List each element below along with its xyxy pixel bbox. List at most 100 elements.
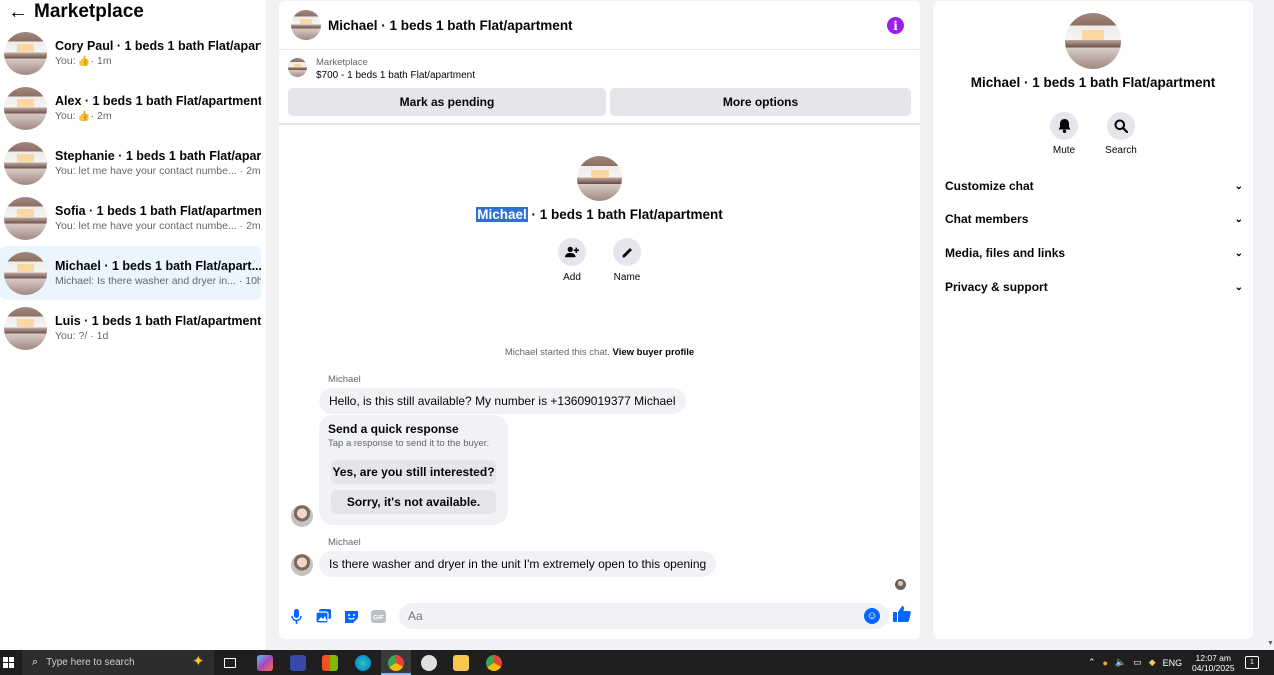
listing-avatar [4, 141, 47, 185]
conversation-snippet: You: let me have your contact numbe... [55, 220, 237, 232]
thumbs-up-send-icon[interactable] [893, 605, 911, 627]
add-person-icon[interactable] [558, 238, 586, 266]
bell-icon[interactable] [1050, 112, 1078, 140]
chevron-down-icon: ⌄ [1234, 213, 1243, 225]
message-bubble: Is there washer and dryer in the unit I'… [319, 551, 717, 577]
conversation-time: · 1m [90, 55, 112, 67]
chat-members-section[interactable]: Chat members ⌄ [945, 208, 1243, 230]
chrome-profile-icon[interactable] [486, 655, 502, 671]
quick-response-subtitle: Tap a response to send it to the buyer. [328, 438, 490, 449]
sidebar-header: ← Marketplace [0, 0, 266, 24]
buyer-avatar[interactable] [291, 505, 313, 527]
taskbar-search-placeholder: Type here to search [46, 657, 135, 668]
listing-thumbnail[interactable] [288, 58, 307, 77]
windows-start-icon[interactable] [3, 657, 14, 668]
security-icon[interactable]: ◆ [1149, 657, 1156, 668]
conversation-name: Cory Paul · 1 beds 1 bath Flat/apart... [55, 39, 261, 53]
save-app-icon[interactable] [290, 655, 306, 671]
buyer-avatar[interactable] [291, 554, 313, 576]
add-action[interactable]: Add [552, 238, 592, 283]
quick-response-yes-button[interactable]: Yes, are you still interested? [331, 460, 496, 484]
highlighted-name: Michael [476, 207, 528, 222]
page-scrollbar[interactable] [1266, 0, 1274, 650]
sparkle-icon: ✦ [192, 653, 205, 670]
search-label: Search [1105, 145, 1137, 156]
conversation-name: Stephanie · 1 beds 1 bath Flat/apar... [55, 149, 261, 163]
conversation-snippet: Michael: Is there washer and dryer in... [55, 275, 236, 287]
conversation-item[interactable]: Luis · 1 beds 1 bath Flat/apartment You:… [0, 301, 261, 355]
back-arrow-icon[interactable]: ← [8, 1, 34, 23]
media-files-links-section[interactable]: Media, files and links ⌄ [945, 242, 1243, 264]
quick-response-no-button[interactable]: Sorry, it's not available. [331, 490, 496, 514]
message-input[interactable] [399, 603, 889, 629]
conversation-name: Sofia · 1 beds 1 bath Flat/apartment [55, 204, 261, 218]
view-buyer-profile-link[interactable]: View buyer profile [613, 347, 695, 358]
section-label: Privacy & support [945, 280, 1048, 294]
conversation-item[interactable]: Alex · 1 beds 1 bath Flat/apartment You:… [0, 81, 261, 135]
thumbs-up-icon: 👍 [77, 56, 91, 67]
microphone-icon[interactable] [288, 608, 304, 624]
info-icon[interactable]: i [887, 17, 904, 34]
conversation-time: · 2m [239, 220, 261, 232]
network-icon[interactable]: ▭ [1133, 657, 1142, 668]
quick-response-card: Send a quick response Tap a response to … [319, 415, 508, 525]
folder-icon[interactable] [453, 655, 469, 671]
edge-icon[interactable] [355, 655, 371, 671]
conversation-item[interactable]: Sofia · 1 beds 1 bath Flat/apartment You… [0, 191, 261, 245]
notification-icon[interactable]: 1 [1245, 656, 1259, 669]
pencil-icon[interactable] [613, 238, 641, 266]
sticker-icon[interactable] [343, 608, 359, 624]
sidebar-title: Marketplace [34, 1, 144, 22]
mark-as-pending-button[interactable]: Mark as pending [288, 88, 606, 116]
conversation-time: · 1d [90, 330, 109, 342]
speaker-icon[interactable]: 🔈 [1115, 657, 1126, 668]
started-text: Michael started this chat. [504, 347, 610, 358]
search-icon[interactable] [1107, 112, 1135, 140]
conversation-item[interactable]: Stephanie · 1 beds 1 bath Flat/apar... Y… [0, 136, 261, 190]
privacy-support-section[interactable]: Privacy & support ⌄ [945, 276, 1243, 298]
taskbar-clock[interactable]: 12:07 am 04/10/2025 [1192, 653, 1235, 673]
conversation-name: Michael · 1 beds 1 bath Flat/apart... [55, 259, 261, 273]
app-icon[interactable] [421, 655, 437, 671]
chat-started-notice: Michael started this chat. View buyer pr… [279, 347, 920, 358]
info-panel-title: Michael · 1 beds 1 bath Flat/apartment [970, 75, 1216, 90]
weather-icon[interactable]: ● [1103, 658, 1108, 668]
listing-bar: Marketplace $700 - 1 beds 1 bath Flat/ap… [279, 50, 920, 125]
chrome-icon[interactable] [388, 655, 404, 671]
task-view-icon[interactable] [224, 658, 236, 668]
chat-header-avatar[interactable] [291, 10, 321, 40]
chat-title[interactable]: Michael · 1 beds 1 bath Flat/apartment [328, 18, 573, 33]
language-indicator[interactable]: ENG [1163, 658, 1183, 668]
customize-chat-section[interactable]: Customize chat ⌄ [945, 175, 1243, 197]
search-action[interactable]: Search [1098, 112, 1144, 156]
listing-price-title[interactable]: $700 - 1 beds 1 bath Flat/apartment [316, 70, 475, 81]
chevron-up-icon[interactable]: ⌃ [1088, 657, 1096, 668]
name-action[interactable]: Name [607, 238, 647, 283]
conversation-prefix: You: [55, 55, 76, 67]
photo-icon[interactable] [315, 608, 331, 624]
conversation-item-active[interactable]: Michael · 1 beds 1 bath Flat/apart... Mi… [0, 246, 261, 300]
emoji-icon[interactable]: ☺ [864, 608, 880, 624]
scroll-down-icon[interactable]: ▼ [1267, 640, 1274, 647]
listing-avatar [4, 86, 47, 130]
message-bubble: Hello, is this still available? My numbe… [319, 388, 686, 414]
message-sender: Michael [328, 537, 361, 548]
seen-indicator-avatar [895, 579, 906, 590]
gif-icon[interactable]: GIF [370, 608, 386, 624]
listing-avatar [4, 251, 47, 295]
conversation-name: Luis · 1 beds 1 bath Flat/apartment [55, 314, 261, 328]
conversation-time: · 2m [239, 165, 261, 177]
conversation-snippet: You: let me have your contact numbe... [55, 165, 237, 177]
chevron-down-icon: ⌄ [1234, 180, 1243, 192]
mute-action[interactable]: Mute [1041, 112, 1087, 156]
name-label: Name [613, 272, 641, 283]
more-options-button[interactable]: More options [610, 88, 911, 116]
listing-avatar [4, 196, 47, 240]
copilot-icon[interactable] [257, 655, 273, 671]
conversation-item[interactable]: Cory Paul · 1 beds 1 bath Flat/apart... … [0, 26, 261, 80]
listing-avatar [4, 31, 47, 75]
clock-time: 12:07 am [1195, 653, 1231, 663]
taskbar-search-box[interactable]: ⌕ Type here to search ✦ [22, 650, 214, 675]
chat-header: Michael · 1 beds 1 bath Flat/apartment i [279, 1, 920, 50]
store-icon[interactable] [322, 655, 338, 671]
